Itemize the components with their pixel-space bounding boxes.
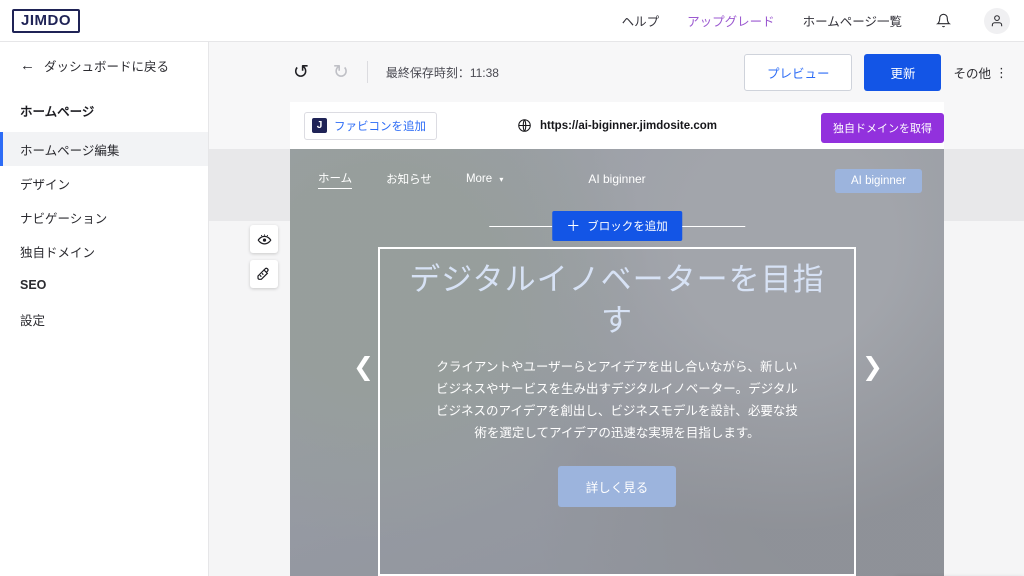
nav-site-list[interactable]: ホームページ一覧 xyxy=(803,11,902,30)
bell-icon xyxy=(935,13,951,28)
back-to-dashboard-label: ダッシュボードに戻る xyxy=(44,60,170,74)
sidebar-item-label: SEO xyxy=(20,278,47,292)
preview-canvas-wrapper: J ファビコンを追加 https://ai-biginner.jimdosite… xyxy=(209,102,1024,576)
sidebar-menu: ホームページ編集 デザイン ナビゲーション 独自ドメイン SEO 設定 xyxy=(0,132,208,336)
more-options-button[interactable]: その他 ⋮ xyxy=(953,63,1008,82)
redo-icon[interactable]: ↻ xyxy=(333,63,349,82)
sidebar-item-label: ナビゲーション xyxy=(20,211,108,226)
global-topbar: JIMDO ヘルプ アップグレード ホームページ一覧 xyxy=(0,0,1024,42)
eye-icon xyxy=(257,234,271,244)
add-block-control: ＋ ブロックを追加 xyxy=(489,211,745,241)
site-navigation: ホーム お知らせ More ▾ AI biginner AI biginner xyxy=(290,149,944,209)
toolbar-actions: プレビュー 更新 その他 ⋮ xyxy=(743,53,1008,91)
site-nav-news[interactable]: お知らせ xyxy=(386,171,432,187)
style-palette-button[interactable] xyxy=(250,260,278,288)
jimdo-logo[interactable]: JIMDO xyxy=(12,8,81,33)
sidebar: ← ダッシュボードに戻る ホームページ ホームページ編集 デザイン ナビゲーショ… xyxy=(0,42,209,576)
site-logo-badge[interactable]: AI biginner xyxy=(835,169,922,193)
editor-toolbar: ↺ ↻ 最終保存時刻：11:38 プレビュー 更新 その他 ⋮ xyxy=(209,42,1024,102)
notification-bell-button[interactable] xyxy=(930,8,956,34)
site-url-group: https://ai-biginner.jimdosite.com xyxy=(517,118,717,133)
site-nav-more[interactable]: More ▾ xyxy=(466,173,503,185)
kebab-menu-icon: ⋮ xyxy=(995,64,1008,80)
preview-button[interactable]: プレビュー xyxy=(743,53,853,91)
slider-next-button[interactable]: ❯ xyxy=(862,355,883,380)
arrow-left-icon: ← xyxy=(20,57,35,74)
account-button[interactable] xyxy=(984,7,1010,34)
chevron-down-icon: ▾ xyxy=(499,175,504,184)
editor-area: ↺ ↻ 最終保存時刻：11:38 プレビュー 更新 その他 ⋮ J ファビコンを… xyxy=(209,42,1024,576)
preview-visibility-button[interactable] xyxy=(250,225,278,253)
sidebar-item-label: ホームページ編集 xyxy=(20,143,120,158)
add-block-label: ブロックを追加 xyxy=(587,221,668,233)
add-favicon-button[interactable]: J ファビコンを追加 xyxy=(304,111,437,140)
floating-tool-group xyxy=(250,225,278,288)
add-block-line-right xyxy=(681,225,745,227)
color-palette-icon xyxy=(257,267,269,280)
undo-icon[interactable]: ↺ xyxy=(293,63,309,82)
back-to-dashboard-button[interactable]: ← ダッシュボードに戻る xyxy=(0,42,208,75)
nav-help[interactable]: ヘルプ xyxy=(622,11,660,30)
sidebar-item-label: 設定 xyxy=(20,313,46,328)
sidebar-item-custom-domain[interactable]: 独自ドメイン xyxy=(0,234,208,268)
plus-icon: ＋ xyxy=(566,218,581,234)
nav-upgrade[interactable]: アップグレード xyxy=(687,11,775,30)
globe-icon xyxy=(518,119,531,132)
selected-block-outline[interactable] xyxy=(378,247,856,576)
account-icon xyxy=(991,14,1003,26)
sidebar-item-label: 独自ドメイン xyxy=(20,245,96,260)
site-url-text[interactable]: https://ai-biginner.jimdosite.com xyxy=(540,120,717,132)
toolbar-divider xyxy=(366,61,368,83)
add-favicon-label: ファビコンを追加 xyxy=(334,120,426,133)
add-block-button[interactable]: ＋ ブロックを追加 xyxy=(552,211,682,241)
sidebar-item-navigation[interactable]: ナビゲーション xyxy=(0,200,208,234)
get-custom-domain-button[interactable]: 独自ドメインを取得 xyxy=(821,113,944,143)
sidebar-item-edit-homepage[interactable]: ホームページ編集 xyxy=(0,132,208,166)
rendered-site: ホーム お知らせ More ▾ AI biginner AI biginner … xyxy=(290,149,944,576)
sidebar-item-seo[interactable]: SEO xyxy=(0,268,208,302)
site-nav-more-label: More xyxy=(465,173,493,185)
slider-prev-button[interactable]: ❮ xyxy=(353,355,374,380)
more-options-label: その他 xyxy=(953,66,991,81)
site-preview-frame: J ファビコンを追加 https://ai-biginner.jimdosite… xyxy=(290,102,944,576)
update-button[interactable]: 更新 xyxy=(864,53,942,91)
site-nav-home[interactable]: ホーム xyxy=(318,170,353,189)
last-saved-status: 最終保存時刻：11:38 xyxy=(385,65,499,80)
sidebar-item-settings[interactable]: 設定 xyxy=(0,302,208,336)
sidebar-section-title: ホームページ xyxy=(20,105,95,119)
global-nav: ヘルプ アップグレード ホームページ一覧 xyxy=(622,7,1024,34)
add-block-line-left xyxy=(489,225,553,227)
site-title: AI biginner xyxy=(588,172,646,186)
sidebar-item-label: デザイン xyxy=(20,177,71,192)
favicon-placeholder-icon: J xyxy=(312,118,327,133)
sidebar-item-design[interactable]: デザイン xyxy=(0,166,208,200)
app-root: JIMDO ヘルプ アップグレード ホームページ一覧 ← ダッシュボードに戻る … xyxy=(0,0,1024,576)
preview-url-bar: J ファビコンを追加 https://ai-biginner.jimdosite… xyxy=(290,102,944,149)
